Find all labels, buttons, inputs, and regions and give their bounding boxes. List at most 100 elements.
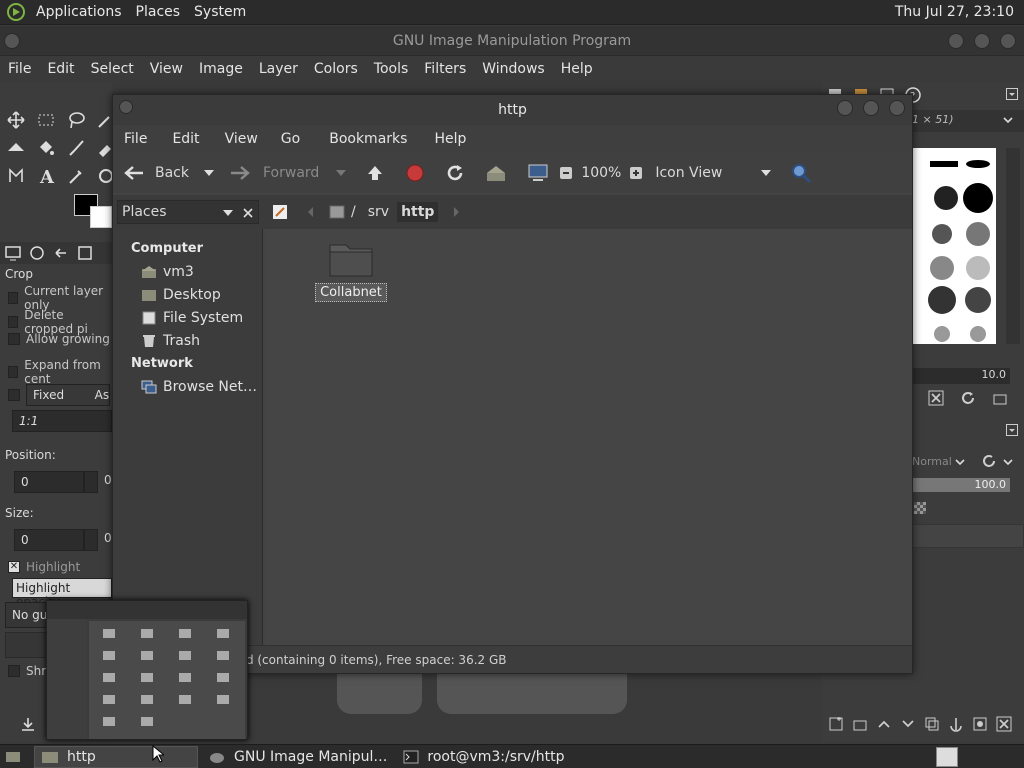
refresh-brushes-icon[interactable]: [960, 390, 976, 406]
zoom-out-icon[interactable]: [559, 166, 573, 180]
distro-logo-icon[interactable]: [6, 2, 26, 22]
gimp-menu-windows[interactable]: Windows: [474, 61, 553, 77]
paintbrush-icon[interactable]: [64, 136, 88, 160]
fm-maximize-button[interactable]: [863, 100, 879, 116]
position-y-field[interactable]: 0: [104, 473, 112, 487]
view-mode-dropdown-icon[interactable]: [760, 168, 772, 178]
expand-from-center-checkbox[interactable]: [8, 366, 19, 378]
rect-select-icon[interactable]: [34, 108, 58, 132]
move-tool-icon[interactable]: [4, 108, 28, 132]
home-icon[interactable]: [485, 163, 507, 183]
gimp-menu-colors[interactable]: Colors: [306, 61, 366, 77]
text-tool-icon[interactable]: A: [34, 164, 58, 188]
gimp-menu-file[interactable]: File: [0, 61, 39, 77]
duplicate-layer-icon[interactable]: [924, 716, 940, 732]
current-layer-only-checkbox[interactable]: [8, 292, 19, 304]
sidebar-item-browse-network[interactable]: Browse Net…: [113, 375, 262, 398]
fixed-checkbox[interactable]: [8, 389, 20, 401]
tool-options-tab-icon[interactable]: [4, 244, 22, 262]
device-status-tab-icon[interactable]: [28, 244, 46, 262]
reload-icon[interactable]: [445, 163, 465, 183]
undo-history-tab-icon[interactable]: [52, 244, 70, 262]
sidebar-item-vm3[interactable]: vm3: [113, 260, 262, 283]
menu-system[interactable]: System: [194, 4, 246, 20]
fm-menu-go[interactable]: Go: [269, 131, 311, 147]
mask-layer-icon[interactable]: [972, 716, 988, 732]
window-preview-thumbnail[interactable]: [46, 600, 248, 740]
path-srv[interactable]: srv: [368, 204, 389, 220]
path-scroll-right-icon[interactable]: [452, 206, 460, 218]
side-pane-selector[interactable]: Places: [117, 200, 259, 224]
composite-dropdown-icon[interactable]: [1002, 456, 1014, 468]
color-picker-icon[interactable]: [64, 164, 88, 188]
forward-history-dropdown-icon[interactable]: [335, 168, 347, 178]
delete-brush-icon[interactable]: [928, 390, 944, 406]
stop-icon[interactable]: [405, 163, 425, 183]
position-x-field[interactable]: 0: [14, 471, 84, 493]
menu-places[interactable]: Places: [136, 4, 181, 20]
images-tab-icon[interactable]: [76, 244, 94, 262]
lower-layer-icon[interactable]: [900, 716, 916, 732]
gimp-menu-layer[interactable]: Layer: [251, 61, 306, 77]
zoom-level[interactable]: 100%: [581, 165, 621, 181]
gimp-menu-select[interactable]: Select: [83, 61, 142, 77]
size-w-spinner[interactable]: [84, 529, 98, 551]
gimp-titlebar[interactable]: GNU Image Manipulation Program: [0, 26, 1024, 56]
show-desktop-icon[interactable]: [4, 748, 22, 766]
workspace-switcher[interactable]: [936, 747, 958, 767]
size-w-field[interactable]: 0: [14, 529, 84, 551]
task-gimp[interactable]: GNU Image Manipul…: [202, 746, 393, 768]
fm-menu-help[interactable]: Help: [418, 131, 477, 147]
fm-menu-edit[interactable]: Edit: [158, 131, 210, 147]
forward-button[interactable]: Forward: [229, 164, 319, 182]
fm-titlebar[interactable]: http: [113, 95, 912, 125]
delete-layer-icon[interactable]: [996, 716, 1012, 732]
gimp-menu-help[interactable]: Help: [553, 61, 601, 77]
save-tool-preset-icon[interactable]: [20, 716, 36, 732]
path-tool-icon[interactable]: [4, 164, 28, 188]
fm-menu-bookmarks[interactable]: Bookmarks: [311, 131, 418, 147]
ratio-field[interactable]: 1:1: [12, 410, 112, 432]
task-terminal[interactable]: root@vm3:/srv/http: [397, 746, 570, 768]
position-x-spinner[interactable]: [84, 471, 98, 493]
size-h-field[interactable]: 0: [104, 531, 112, 545]
path-scroll-left-icon[interactable]: [307, 206, 315, 218]
crop-tool-icon[interactable]: [4, 136, 28, 160]
allow-growing-checkbox[interactable]: [8, 333, 20, 345]
clock[interactable]: Thu Jul 27, 23:10: [895, 4, 1014, 20]
sidebar-item-desktop[interactable]: Desktop: [113, 283, 262, 306]
gimp-menu-image[interactable]: Image: [191, 61, 251, 77]
gimp-minimize-button[interactable]: [948, 33, 964, 49]
layers-dock-menu-icon[interactable]: [1006, 424, 1018, 436]
delete-cropped-checkbox[interactable]: [8, 316, 19, 328]
layers-list[interactable]: [912, 524, 1024, 548]
zoom-in-icon[interactable]: [629, 166, 643, 180]
view-mode-label[interactable]: Icon View: [655, 165, 722, 181]
new-layer-icon[interactable]: [828, 716, 844, 732]
new-layer-group-icon[interactable]: [852, 716, 868, 732]
search-icon[interactable]: [790, 162, 812, 184]
brush-grid[interactable]: [912, 148, 996, 344]
dock-menu-icon[interactable]: [1006, 88, 1018, 100]
gimp-menu-filters[interactable]: Filters: [416, 61, 474, 77]
gimp-menu-button[interactable]: [4, 33, 20, 49]
gimp-menu-view[interactable]: View: [142, 61, 191, 77]
brush-scrollbar[interactable]: [1006, 148, 1020, 344]
shrink-merged-checkbox[interactable]: [8, 665, 20, 677]
open-brush-icon[interactable]: [992, 390, 1008, 406]
sidebar-item-trash[interactable]: Trash: [113, 329, 262, 352]
highlight-opacity-slider[interactable]: Highlight opacity: [12, 578, 112, 609]
layer-mode-reset-icon[interactable]: [980, 452, 998, 470]
menu-applications[interactable]: Applications: [36, 4, 122, 20]
gimp-close-button[interactable]: [1000, 33, 1016, 49]
brush-view-dropdown-icon[interactable]: [1002, 114, 1014, 126]
folder-item[interactable]: Collabnet: [315, 239, 387, 302]
highlight-checkbox[interactable]: ✕: [8, 561, 20, 573]
layer-opacity-slider[interactable]: 100.0: [912, 478, 1010, 492]
fm-window-menu-button[interactable]: [119, 100, 133, 114]
sidebar-item-filesystem[interactable]: File System: [113, 306, 262, 329]
bucket-fill-icon[interactable]: [34, 136, 58, 160]
task-http[interactable]: http: [34, 745, 198, 768]
gimp-maximize-button[interactable]: [974, 33, 990, 49]
fixed-dropdown[interactable]: Fixed As: [26, 384, 110, 406]
